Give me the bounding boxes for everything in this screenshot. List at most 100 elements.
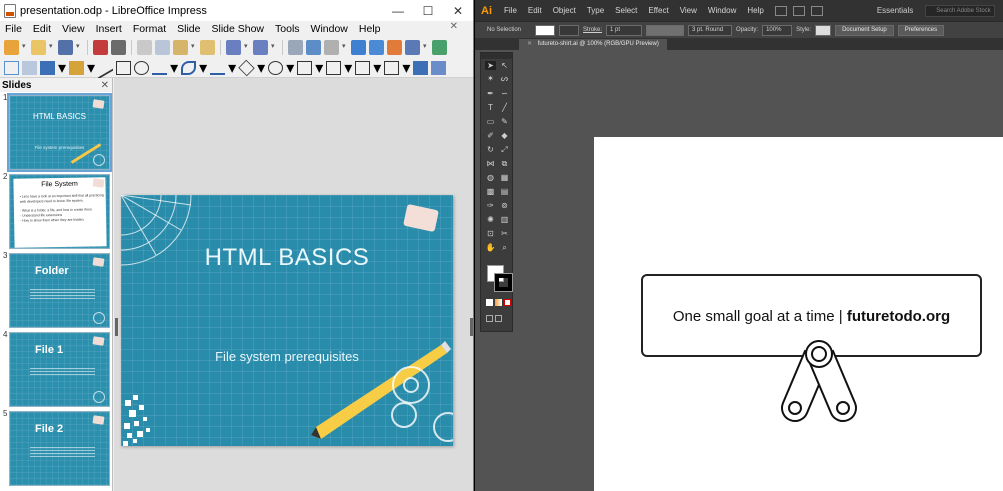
find-replace-icon[interactable] — [288, 39, 303, 55]
gpu-performance-icon[interactable] — [810, 5, 823, 16]
rotate-tool-icon[interactable]: ↻ — [485, 145, 496, 154]
slide-thumbnail-4[interactable]: 4 File 1 — [0, 329, 112, 408]
cut-icon[interactable] — [137, 39, 152, 55]
symbol-shapes-icon[interactable] — [268, 60, 284, 75]
dropdown-arrow-icon[interactable]: ▾ — [49, 43, 55, 50]
pen-tool-icon[interactable]: ✒ — [485, 89, 496, 98]
fill-color-swatch[interactable] — [535, 24, 556, 36]
rectangle-tool-icon[interactable]: ▭ — [485, 117, 496, 126]
3d-objects-icon[interactable] — [413, 60, 429, 75]
selection-tool-icon[interactable]: ➤ — [485, 61, 496, 70]
stroke-color-box[interactable] — [494, 273, 513, 292]
ai-menu-effect[interactable]: Effect — [648, 6, 668, 15]
workspace-switcher[interactable]: Essentials — [877, 6, 913, 15]
ai-menu-window[interactable]: Window — [708, 6, 736, 15]
paintbrush-tool-icon[interactable]: ✎ — [499, 117, 510, 126]
zoom-icon[interactable] — [22, 60, 37, 75]
dropdown-arrow-icon[interactable]: ▾ — [58, 58, 66, 78]
stroke-weight-field[interactable]: 1 pt — [606, 24, 643, 36]
slide-title[interactable]: HTML BASICS — [121, 244, 453, 272]
dropdown-arrow-icon[interactable]: ▾ — [87, 58, 95, 78]
menu-format[interactable]: Format — [133, 23, 166, 35]
arrow-line-icon[interactable] — [152, 61, 168, 75]
slide-thumbnail-3[interactable]: 3 Folder — [0, 250, 112, 329]
menu-tools[interactable]: Tools — [275, 23, 300, 35]
close-document-icon[interactable]: ✕ — [450, 21, 458, 32]
stars-icon[interactable] — [384, 60, 400, 75]
stroke-label-text[interactable]: Stroke: — [583, 27, 602, 33]
maximize-button[interactable]: ☐ — [413, 4, 443, 18]
dropdown-arrow-icon[interactable]: ▾ — [76, 43, 82, 50]
copy-icon[interactable] — [155, 39, 170, 55]
shape-builder-tool-icon[interactable]: ◍ — [485, 173, 496, 182]
ai-menu-help[interactable]: Help — [747, 6, 763, 15]
gradient-mode-icon[interactable] — [495, 299, 502, 306]
line-segment-tool-icon[interactable]: ╱ — [499, 103, 510, 112]
rectangle-tool-icon[interactable] — [116, 60, 132, 75]
start-slideshow-icon[interactable] — [387, 39, 402, 55]
minimize-button[interactable]: — — [383, 4, 413, 18]
open-icon[interactable] — [31, 39, 46, 55]
artwork-text-bold[interactable]: futuretodo.org — [847, 308, 950, 325]
shaper-tool-icon[interactable]: ✐ — [485, 131, 496, 140]
arrange-documents-icon[interactable] — [792, 5, 805, 16]
close-window-button[interactable]: ✕ — [443, 4, 473, 18]
line-color-icon[interactable] — [40, 60, 55, 75]
ai-menu-object[interactable]: Object — [553, 6, 576, 15]
dropdown-arrow-icon[interactable]: ▾ — [373, 58, 381, 78]
export-pdf-icon[interactable] — [93, 39, 108, 55]
shadow-icon[interactable] — [431, 60, 447, 75]
redo-icon[interactable] — [253, 39, 268, 55]
free-transform-tool-icon[interactable]: ⧉ — [499, 159, 510, 168]
dropdown-arrow-icon[interactable]: ▾ — [344, 58, 352, 78]
tools-panel-grip[interactable] — [481, 53, 512, 59]
connector-icon[interactable] — [210, 61, 226, 75]
pane-splitter-handle[interactable] — [470, 318, 473, 336]
save-icon[interactable] — [58, 39, 73, 55]
dropdown-arrow-icon[interactable]: ▾ — [402, 58, 410, 78]
slide-edit-area[interactable]: HTML BASICS File system prerequisites — [114, 78, 473, 491]
dropdown-arrow-icon[interactable]: ▾ — [170, 58, 178, 78]
hand-tool-icon[interactable]: ✋ — [485, 243, 496, 252]
dropdown-arrow-icon[interactable]: ▾ — [342, 43, 348, 50]
none-mode-icon[interactable] — [504, 299, 511, 306]
bridge-icon[interactable] — [774, 5, 787, 16]
dropdown-arrow-icon[interactable]: ▾ — [199, 58, 207, 78]
grid-icon[interactable] — [324, 39, 339, 55]
gradient-tool-icon[interactable]: ▤ — [499, 187, 510, 196]
lasso-tool-icon[interactable]: ᔕ — [499, 74, 510, 83]
screen-mode-icon[interactable] — [495, 315, 502, 322]
dropdown-arrow-icon[interactable]: ▾ — [423, 43, 429, 50]
undo-icon[interactable] — [226, 39, 241, 55]
direct-selection-tool-icon[interactable]: ↖ — [499, 61, 510, 70]
scale-tool-icon[interactable]: ⤢ — [499, 145, 510, 154]
new-icon[interactable] — [4, 39, 19, 55]
mesh-tool-icon[interactable]: ▩ — [485, 187, 496, 196]
magic-wand-tool-icon[interactable]: ✶ — [485, 74, 496, 83]
current-slide-canvas[interactable]: HTML BASICS File system prerequisites — [121, 195, 453, 446]
futuretodo-logo-icon[interactable] — [777, 337, 861, 431]
fill-color-icon[interactable] — [69, 60, 85, 75]
menu-insert[interactable]: Insert — [96, 23, 122, 35]
draw-mode-icon[interactable] — [486, 315, 493, 322]
preferences-button[interactable]: Preferences — [897, 24, 945, 36]
ellipse-tool-icon[interactable] — [134, 60, 150, 75]
stroke-color-swatch[interactable] — [559, 24, 580, 36]
dropdown-arrow-icon[interactable]: ▾ — [257, 58, 265, 78]
slide-thumbnail-5[interactable]: 5 File 2 — [0, 408, 112, 487]
line-tool-icon[interactable] — [98, 56, 114, 79]
menu-help[interactable]: Help — [359, 23, 381, 35]
zoom-tool-icon[interactable]: ⌕ — [499, 243, 510, 252]
menu-view[interactable]: View — [62, 23, 85, 35]
paste-icon[interactable] — [173, 39, 188, 55]
close-pane-icon[interactable]: ✕ — [101, 80, 109, 91]
menu-slide[interactable]: Slide — [177, 23, 200, 35]
menu-slide-show[interactable]: Slide Show — [211, 23, 264, 35]
close-tab-icon[interactable]: ✕ — [527, 41, 532, 47]
ai-menu-edit[interactable]: Edit — [528, 6, 542, 15]
eyedropper-tool-icon[interactable]: ✑ — [485, 201, 496, 210]
display-views-icon[interactable] — [351, 39, 366, 55]
artwork-text-regular[interactable]: One small goal at a time | — [673, 308, 847, 325]
clone-formatting-icon[interactable] — [200, 39, 215, 55]
ai-menu-file[interactable]: File — [504, 6, 517, 15]
